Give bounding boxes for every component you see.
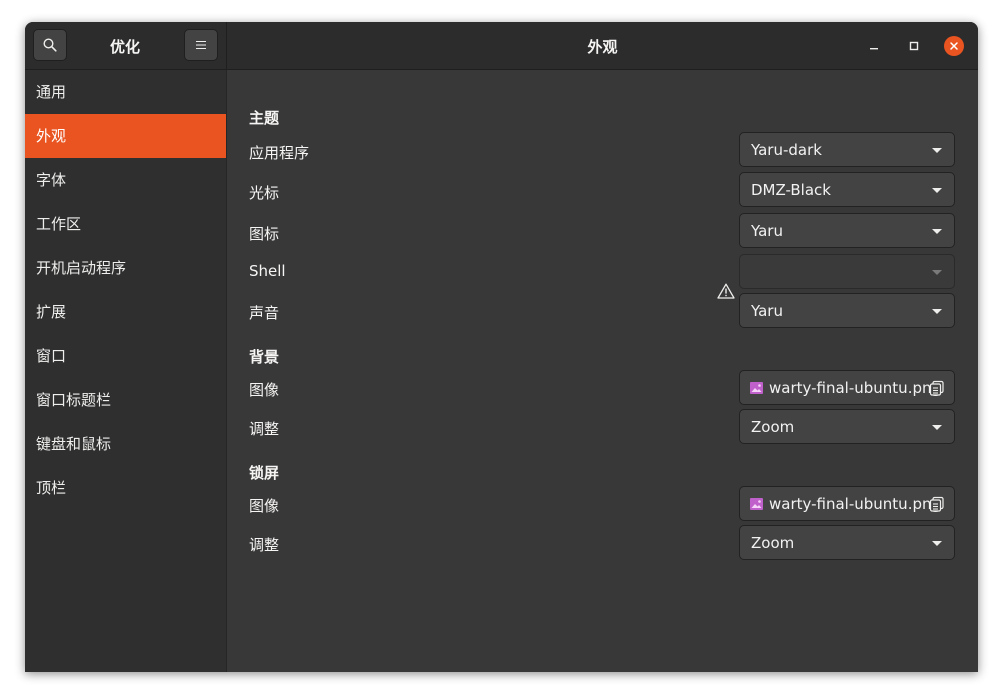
shell-theme-dropdown — [739, 254, 955, 289]
sidebar-item-fonts[interactable]: 字体 — [25, 158, 226, 202]
sidebar: 通用 外观 字体 工作区 开机启动程序 扩展 窗口 窗口标题栏 键盘和鼠标 顶栏 — [25, 70, 227, 672]
search-icon — [43, 38, 57, 52]
sidebar-item-extensions[interactable]: 扩展 — [25, 290, 226, 334]
sound-theme-dropdown[interactable]: Yaru — [739, 293, 955, 328]
close-button[interactable] — [944, 36, 964, 56]
lockscreen-heading: 锁屏 — [249, 464, 280, 482]
sidebar-item-keyboard-mouse[interactable]: 键盘和鼠标 — [25, 422, 226, 466]
applications-theme-value: Yaru-dark — [751, 140, 822, 159]
warning-icon — [717, 283, 735, 299]
icons-theme-label: 图标 — [249, 225, 280, 243]
minimize-icon — [870, 48, 878, 50]
sidebar-item-appearance[interactable]: 外观 — [25, 114, 226, 158]
lockscreen-image-filename: warty-final-ubuntu.png — [769, 494, 942, 513]
background-adjustment-value: Zoom — [751, 417, 795, 436]
lockscreen-adjustment-label: 调整 — [249, 536, 280, 554]
dropdown-arrow-icon — [932, 541, 942, 546]
background-adjustment-label: 调整 — [249, 420, 280, 438]
lockscreen-image-chooser[interactable]: warty-final-ubuntu.png — [739, 486, 955, 521]
lockscreen-adjustment-dropdown[interactable]: Zoom — [739, 525, 955, 560]
sidebar-item-general[interactable]: 通用 — [25, 70, 226, 114]
image-file-icon — [750, 497, 763, 510]
image-file-icon — [750, 381, 763, 394]
dropdown-arrow-icon — [932, 425, 942, 430]
appearance-panel: 主题 应用程序 Yaru-dark 光标 DMZ-Black 图标 Yaru S… — [227, 70, 978, 672]
sound-theme-label: 声音 — [249, 304, 280, 322]
lockscreen-adjustment-value: Zoom — [751, 533, 795, 552]
tweaks-window: 优化 外观 通用 外观 字体 工作区 开机启动程序 扩展 窗口 窗口标题栏 键盘… — [25, 22, 978, 672]
dropdown-arrow-icon — [932, 148, 942, 153]
sound-theme-value: Yaru — [751, 301, 783, 320]
background-image-filename: warty-final-ubuntu.png — [769, 378, 942, 397]
sidebar-item-top-bar[interactable]: 顶栏 — [25, 466, 226, 510]
sidebar-item-window-titlebars[interactable]: 窗口标题栏 — [25, 378, 226, 422]
shell-theme-label: Shell — [249, 262, 286, 280]
background-heading: 背景 — [249, 348, 280, 366]
applications-theme-dropdown[interactable]: Yaru-dark — [739, 132, 955, 167]
sidebar-item-windows[interactable]: 窗口 — [25, 334, 226, 378]
open-file-icon — [929, 496, 944, 512]
dropdown-arrow-icon — [932, 309, 942, 314]
sidebar-item-workspaces[interactable]: 工作区 — [25, 202, 226, 246]
app-title: 优化 — [109, 38, 140, 56]
icons-theme-value: Yaru — [751, 221, 783, 240]
minimize-button[interactable] — [864, 36, 884, 56]
menu-button[interactable] — [184, 29, 218, 61]
applications-theme-label: 应用程序 — [249, 144, 310, 162]
background-adjustment-dropdown[interactable]: Zoom — [739, 409, 955, 444]
search-button[interactable] — [33, 29, 67, 61]
maximize-icon — [909, 41, 919, 51]
close-icon — [950, 42, 958, 50]
icons-theme-dropdown[interactable]: Yaru — [739, 213, 955, 248]
background-image-chooser[interactable]: warty-final-ubuntu.png — [739, 370, 955, 405]
sidebar-item-startup-applications[interactable]: 开机启动程序 — [25, 246, 226, 290]
background-image-label: 图像 — [249, 381, 280, 399]
maximize-button[interactable] — [904, 36, 924, 56]
header-bar: 优化 外观 — [25, 22, 978, 70]
dropdown-arrow-icon — [932, 188, 942, 193]
themes-heading: 主题 — [249, 109, 280, 127]
dropdown-arrow-icon — [932, 270, 942, 275]
cursor-theme-label: 光标 — [249, 184, 280, 202]
sidebar-header: 优化 — [25, 22, 227, 69]
open-file-icon — [929, 380, 944, 396]
cursor-theme-dropdown[interactable]: DMZ-Black — [739, 172, 955, 207]
hamburger-menu-icon — [196, 41, 206, 49]
lockscreen-image-label: 图像 — [249, 497, 280, 515]
cursor-theme-value: DMZ-Black — [751, 180, 831, 199]
dropdown-arrow-icon — [932, 229, 942, 234]
